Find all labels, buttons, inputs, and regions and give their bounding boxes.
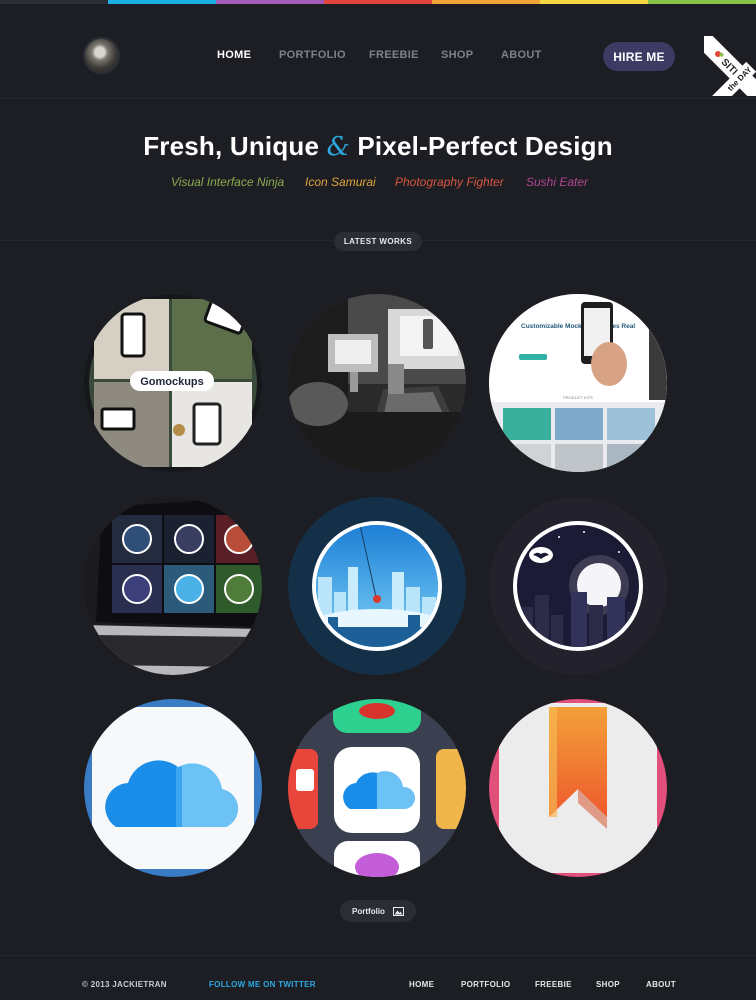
nav-freebie[interactable]: FREEBIE xyxy=(369,49,419,61)
site-of-the-day-badge[interactable]: SITE of the DAY xyxy=(704,36,756,96)
nav-home[interactable]: HOME xyxy=(217,49,251,61)
nav-portfolio[interactable]: PORTFOLIO xyxy=(279,49,346,61)
title-ampersand: & xyxy=(326,132,350,162)
twitter-follow-link[interactable]: FOLLOW ME ON TWITTER xyxy=(209,980,316,989)
tagline-2: Icon Samurai xyxy=(305,175,376,189)
work-item-gomockups[interactable]: Gomockups xyxy=(84,294,262,472)
footer-nav-about[interactable]: ABOUT xyxy=(646,980,676,989)
nav-about[interactable]: ABOUT xyxy=(501,49,542,61)
title-part-1: Fresh, Unique xyxy=(143,131,320,161)
gomockups-logo-text: Gomockups xyxy=(140,376,204,388)
footer-nav-freebie[interactable]: FREEBIE xyxy=(535,980,572,989)
work-item-app-icons[interactable] xyxy=(288,699,466,877)
taglines: Visual Interface Ninja Icon Samurai Phot… xyxy=(0,175,756,191)
work-item-cloud-icon[interactable] xyxy=(84,699,262,877)
nav-shop[interactable]: SHOP xyxy=(441,49,473,61)
site-footer: © 2013 JACKIETRAN FOLLOW ME ON TWITTER H… xyxy=(0,955,756,1000)
page-title: Fresh, Unique & Pixel-Perfect Design xyxy=(0,131,756,162)
portfolio-button[interactable]: Portfolio xyxy=(340,900,416,922)
product-kits-label: PRODUCT KITS xyxy=(563,395,593,400)
work-item-night-city[interactable] xyxy=(489,497,667,675)
work-item-mockup-devices[interactable]: Customizable Mockups Devices Real PRODUC… xyxy=(489,294,667,472)
tagline-3: Photography Fighter xyxy=(395,175,504,189)
portfolio-label: Portfolio xyxy=(352,906,385,916)
hire-me-button[interactable]: HIRE ME xyxy=(603,42,675,71)
work-item-bookmark-icon[interactable] xyxy=(489,699,667,877)
tagline-1: Visual Interface Ninja xyxy=(171,175,285,189)
work-item-city-hero[interactable] xyxy=(288,497,466,675)
title-part-2: Pixel-Perfect Design xyxy=(357,131,613,161)
copyright-text: © 2013 JACKIETRAN xyxy=(82,980,167,989)
footer-nav-portfolio[interactable]: PORTFOLIO xyxy=(461,980,510,989)
work-item-workspace[interactable] xyxy=(288,294,466,472)
mockup-heading: Customizable Mockups Devices Real xyxy=(521,323,635,330)
footer-nav-home[interactable]: HOME xyxy=(409,980,434,989)
tagline-4: Sushi Eater xyxy=(526,175,589,189)
work-item-laptop-icons[interactable] xyxy=(84,497,262,675)
site-header: HOME PORTFOLIO FREEBIE SHOP ABOUT HIRE M… xyxy=(0,4,756,99)
latest-works-label: LATEST WORKS xyxy=(334,232,422,251)
footer-nav-shop[interactable]: SHOP xyxy=(596,980,620,989)
picture-icon xyxy=(392,906,404,916)
